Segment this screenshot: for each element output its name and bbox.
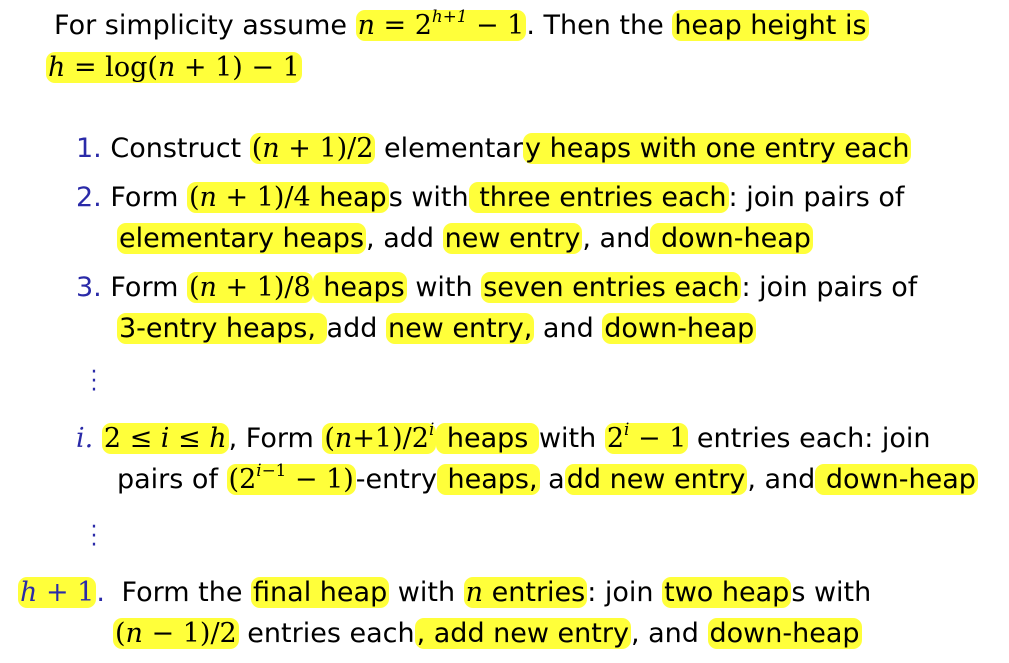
step-text: a	[539, 464, 565, 495]
formula: 2 ≤ i ≤ h	[101, 423, 229, 454]
step-text: entries each: join	[688, 423, 931, 454]
step-text: -entry	[355, 464, 437, 495]
highlight: three entries each	[468, 182, 729, 213]
highlight: n entries	[463, 577, 588, 608]
step-text: , and	[630, 618, 708, 649]
highlight: new entry,	[385, 313, 535, 344]
formula: (n + 1)/4 heap	[186, 182, 389, 213]
step-number-dot: .	[96, 577, 105, 608]
step-2-line-2: elementary heaps, add new entry, and dow…	[117, 221, 813, 257]
step-1: 1. Construct (n + 1)/2 elementary heaps …	[76, 131, 912, 167]
formula: (n + 1)/8	[186, 272, 313, 303]
step-text: : join pairs of	[741, 272, 918, 303]
highlight: heaps,	[436, 464, 540, 495]
step-text: , and	[747, 464, 816, 495]
step-3-line-2: 3-entry heaps, add new entry, and down-h…	[117, 311, 757, 347]
highlight: two heap	[662, 577, 792, 608]
step-number: h + 1	[18, 577, 97, 608]
step-final-line-1: h + 1. Form the final heap with n entrie…	[18, 575, 871, 611]
step-text: Form the	[121, 577, 252, 608]
highlight: dd new entry	[564, 464, 748, 495]
step-text: elementar	[375, 133, 524, 164]
heap-height-phrase: heap height is	[672, 10, 869, 41]
step-i-line-2: pairs of (2i−1 − 1)-entry heaps, add new…	[117, 459, 978, 498]
step-text: , add	[366, 223, 443, 254]
vertical-ellipsis: · · ·	[90, 360, 98, 403]
step-text: , and	[582, 223, 651, 254]
step-text: : join	[587, 577, 663, 608]
highlight: down-heap	[707, 618, 862, 649]
formula: (2i−1 − 1)	[226, 459, 356, 495]
step-text: Form	[110, 182, 187, 213]
step-number: 2.	[76, 182, 102, 213]
formula: (n + 1)/2	[249, 133, 376, 164]
highlight: down-heap	[815, 464, 978, 495]
step-final-line-2: (n − 1)/2 entries each, add new entry, a…	[113, 616, 862, 652]
step-text: with	[538, 423, 605, 454]
highlight: 3-entry heaps,	[117, 313, 327, 344]
intro-line-1: For simplicity assume n = 2h+1 − 1. Then…	[54, 5, 869, 44]
step-2-line-1: 2. Form (n + 1)/4 heaps with three entri…	[76, 180, 904, 216]
highlight: , add new entry	[414, 618, 631, 649]
vertical-ellipsis: · · ·	[90, 515, 98, 558]
highlight: heaps	[436, 423, 539, 454]
highlight: new entry	[442, 223, 583, 254]
step-text: : join pairs of	[728, 182, 905, 213]
step-number: 3.	[76, 272, 102, 303]
step-text: Construct	[110, 133, 250, 164]
step-i-line-1: i. 2 ≤ i ≤ h, Form (n+1)/2i heaps with 2…	[76, 418, 931, 457]
n-formula: n = 2h+1 − 1	[355, 5, 527, 41]
step-text: Form	[110, 272, 187, 303]
step-text: , Form	[228, 423, 323, 454]
step-text: with	[389, 577, 464, 608]
step-text: add	[326, 313, 386, 344]
formula: (n+1)/2i	[322, 418, 437, 454]
highlight: elementary heaps	[117, 223, 367, 254]
step-text: with	[406, 272, 482, 303]
highlight: down-heap	[650, 223, 813, 254]
intro-text-2: . Then the	[526, 10, 673, 41]
step-text: and	[534, 313, 603, 344]
intro-text: For simplicity assume	[54, 10, 356, 41]
step-3-line-1: 3. Form (n + 1)/8 heaps with seven entri…	[76, 270, 917, 306]
highlight: y heaps with one entry each	[523, 133, 912, 164]
step-text: entries each	[238, 618, 415, 649]
formula: (n − 1)/2	[113, 618, 239, 649]
formula: 2i − 1	[604, 418, 689, 454]
step-text: s with	[791, 577, 872, 608]
highlight: down-heap	[602, 313, 757, 344]
height-formula: h = log(n + 1) − 1	[46, 52, 302, 83]
highlight: heaps	[312, 272, 407, 303]
highlight: seven entries each	[481, 272, 742, 303]
intro-line-2: h = log(n + 1) − 1	[46, 50, 302, 86]
step-number: 1.	[76, 133, 102, 164]
step-number: i.	[76, 423, 94, 454]
step-text: s with	[388, 182, 469, 213]
highlight: final heap	[251, 577, 390, 608]
step-text: pairs of	[117, 464, 227, 495]
